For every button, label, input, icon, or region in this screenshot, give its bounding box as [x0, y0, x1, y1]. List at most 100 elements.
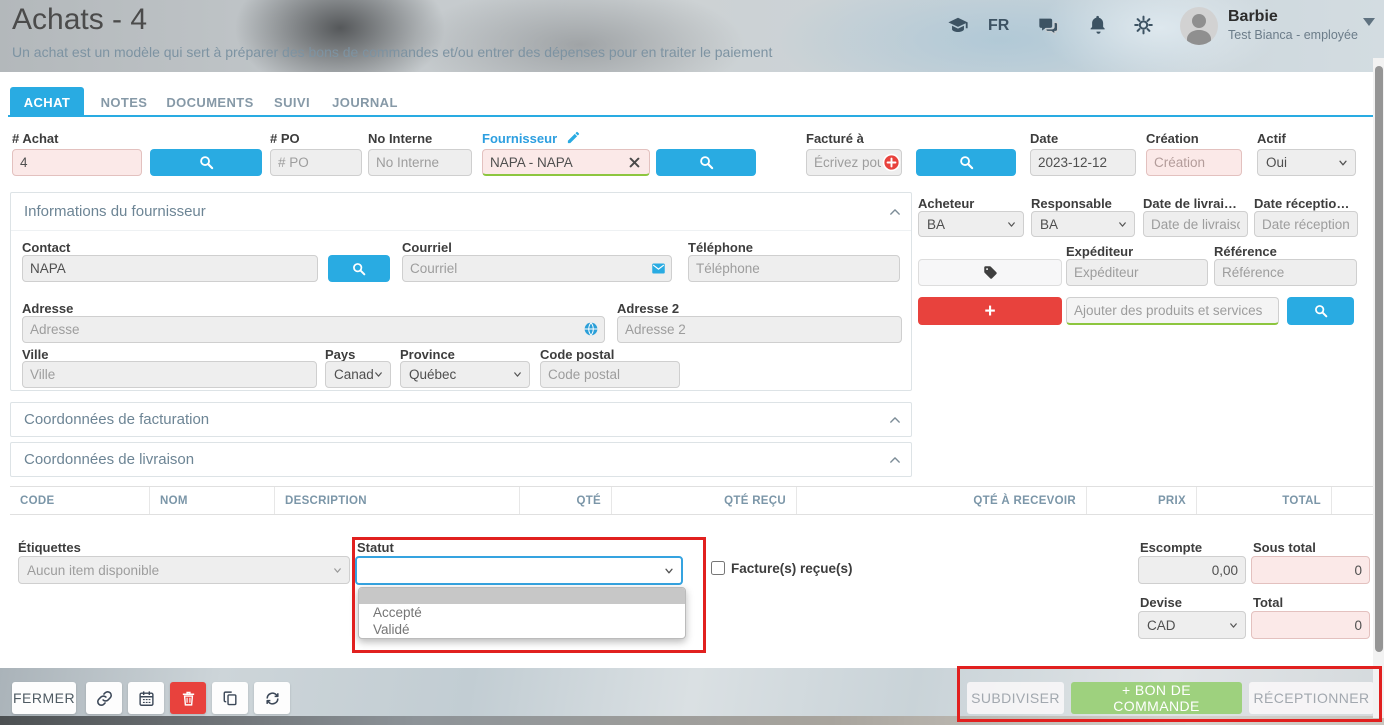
caret-down-icon — [1337, 157, 1349, 169]
chat-icon[interactable] — [1037, 15, 1060, 37]
tag-icon — [983, 265, 998, 280]
bell-icon[interactable] — [1088, 14, 1109, 36]
date-input[interactable] — [1030, 149, 1136, 176]
sous-total-input[interactable] — [1251, 556, 1370, 584]
tab-suivi[interactable]: SUIVI — [272, 87, 312, 117]
add-contact-icon[interactable] — [882, 153, 901, 172]
tab-journal[interactable]: JOURNAL — [332, 87, 398, 117]
caret-down-icon — [1228, 620, 1239, 631]
facture-a-search-button[interactable] — [916, 149, 1016, 176]
scrollbar-thumb[interactable] — [1375, 66, 1383, 652]
acheteur-label: Acheteur — [918, 196, 974, 211]
fermer-button[interactable]: FERMER — [12, 682, 76, 714]
province-label: Province — [400, 347, 455, 362]
achat-search-button[interactable] — [150, 149, 262, 176]
column-header-nom[interactable]: NOM — [150, 487, 275, 514]
responsable-select[interactable]: BA — [1031, 211, 1135, 237]
tab-achat[interactable]: ACHAT — [10, 87, 84, 117]
user-name: Barbie — [1228, 8, 1278, 26]
add-line-button[interactable]: + — [918, 297, 1062, 325]
graduation-cap-icon[interactable] — [946, 15, 970, 37]
contact-label: Contact — [22, 240, 70, 255]
ville-label: Ville — [22, 347, 49, 362]
tab-notes[interactable]: NOTES — [100, 87, 148, 117]
total-input[interactable] — [1251, 611, 1370, 639]
ville-input[interactable] — [22, 361, 317, 388]
total-label: Total — [1253, 595, 1283, 610]
no-interne-input[interactable] — [368, 149, 472, 176]
statut-option-accepte[interactable]: Accepté — [359, 604, 685, 621]
avatar[interactable] — [1180, 7, 1218, 45]
reference-input[interactable] — [1214, 259, 1357, 286]
delete-button[interactable] — [170, 682, 206, 714]
globe-icon[interactable] — [583, 321, 599, 337]
calendar-icon — [138, 690, 155, 707]
column-header-blank — [1332, 487, 1374, 514]
etiquettes-select[interactable]: Aucun item disponible — [18, 556, 350, 584]
search-icon — [1313, 303, 1329, 319]
column-header-description[interactable]: DESCRIPTION — [275, 487, 520, 514]
bon-de-commande-button[interactable]: + BON DE COMMANDE — [1071, 682, 1242, 714]
responsable-label: Responsable — [1031, 196, 1112, 211]
column-header-code[interactable]: CODE — [10, 487, 150, 514]
pays-select[interactable]: Canada — [325, 361, 391, 388]
contact-search-button[interactable] — [328, 255, 390, 282]
adresse-input[interactable] — [22, 316, 605, 343]
refresh-icon — [264, 690, 281, 707]
column-header-qte-a-recevoir[interactable]: QTÉ À RECEVOIR — [797, 487, 1087, 514]
actif-select[interactable]: Oui — [1257, 149, 1356, 176]
duplicate-button[interactable] — [212, 682, 248, 714]
receptionner-button[interactable]: RÉCEPTIONNER — [1249, 682, 1374, 714]
code-postal-input[interactable] — [540, 361, 680, 388]
statut-option-valide[interactable]: Validé — [359, 621, 685, 638]
actif-label: Actif — [1257, 131, 1286, 146]
pays-label: Pays — [325, 347, 355, 362]
acheteur-select[interactable]: BA — [918, 211, 1024, 237]
collapse-livraison-icon[interactable] — [888, 453, 902, 467]
column-header-prix[interactable]: PRIX — [1087, 487, 1197, 514]
courriel-input[interactable] — [402, 255, 672, 282]
devise-select[interactable]: CAD — [1138, 611, 1246, 639]
calendar-button[interactable] — [128, 682, 164, 714]
language-toggle[interactable]: FR — [988, 17, 1009, 35]
column-header-qte-recu[interactable]: QTÉ REÇU — [612, 487, 797, 514]
po-input[interactable] — [270, 149, 362, 176]
add-products-search-button[interactable] — [1287, 297, 1354, 325]
fournisseur-search-button[interactable] — [656, 149, 756, 176]
subdiviser-button[interactable]: SUBDIVISER — [967, 682, 1064, 714]
add-products-input[interactable] — [1066, 297, 1279, 325]
achat-input[interactable] — [12, 149, 142, 176]
user-role: Test Bianca - employée — [1228, 28, 1358, 42]
fournisseur-input[interactable] — [482, 149, 650, 176]
escompte-label: Escompte — [1140, 540, 1202, 555]
link-button[interactable] — [86, 682, 122, 714]
date-reception-input[interactable] — [1254, 211, 1358, 237]
caret-down-icon — [373, 369, 384, 380]
user-menu-caret-icon[interactable] — [1363, 18, 1375, 26]
plus-icon: + — [984, 302, 995, 321]
statut-select[interactable] — [355, 556, 683, 585]
adresse2-input[interactable] — [617, 316, 902, 343]
tags-button[interactable] — [918, 259, 1062, 286]
caret-down-icon — [1006, 219, 1017, 230]
telephone-input[interactable] — [688, 255, 900, 282]
statut-option-empty[interactable] — [359, 588, 685, 604]
collapse-facturation-icon[interactable] — [888, 413, 902, 427]
edit-icon[interactable] — [566, 130, 581, 145]
envelope-icon[interactable] — [650, 261, 667, 276]
refresh-button[interactable] — [254, 682, 290, 714]
contact-input[interactable] — [22, 255, 318, 282]
province-select[interactable]: Québec — [400, 361, 530, 388]
factures-recues-checkbox[interactable] — [711, 561, 725, 575]
column-header-total[interactable]: TOTAL — [1197, 487, 1332, 514]
date-livraison-input[interactable] — [1143, 211, 1248, 237]
clear-icon[interactable] — [628, 156, 641, 169]
expediteur-input[interactable] — [1066, 259, 1208, 286]
gear-icon[interactable] — [1133, 14, 1154, 36]
column-header-qte[interactable]: QTÉ — [520, 487, 612, 514]
creation-label: Création — [1146, 131, 1199, 146]
tab-documents[interactable]: DOCUMENTS — [168, 87, 252, 117]
escompte-input[interactable] — [1138, 556, 1246, 584]
creation-input[interactable] — [1146, 149, 1242, 176]
collapse-supplier-icon[interactable] — [888, 205, 902, 219]
